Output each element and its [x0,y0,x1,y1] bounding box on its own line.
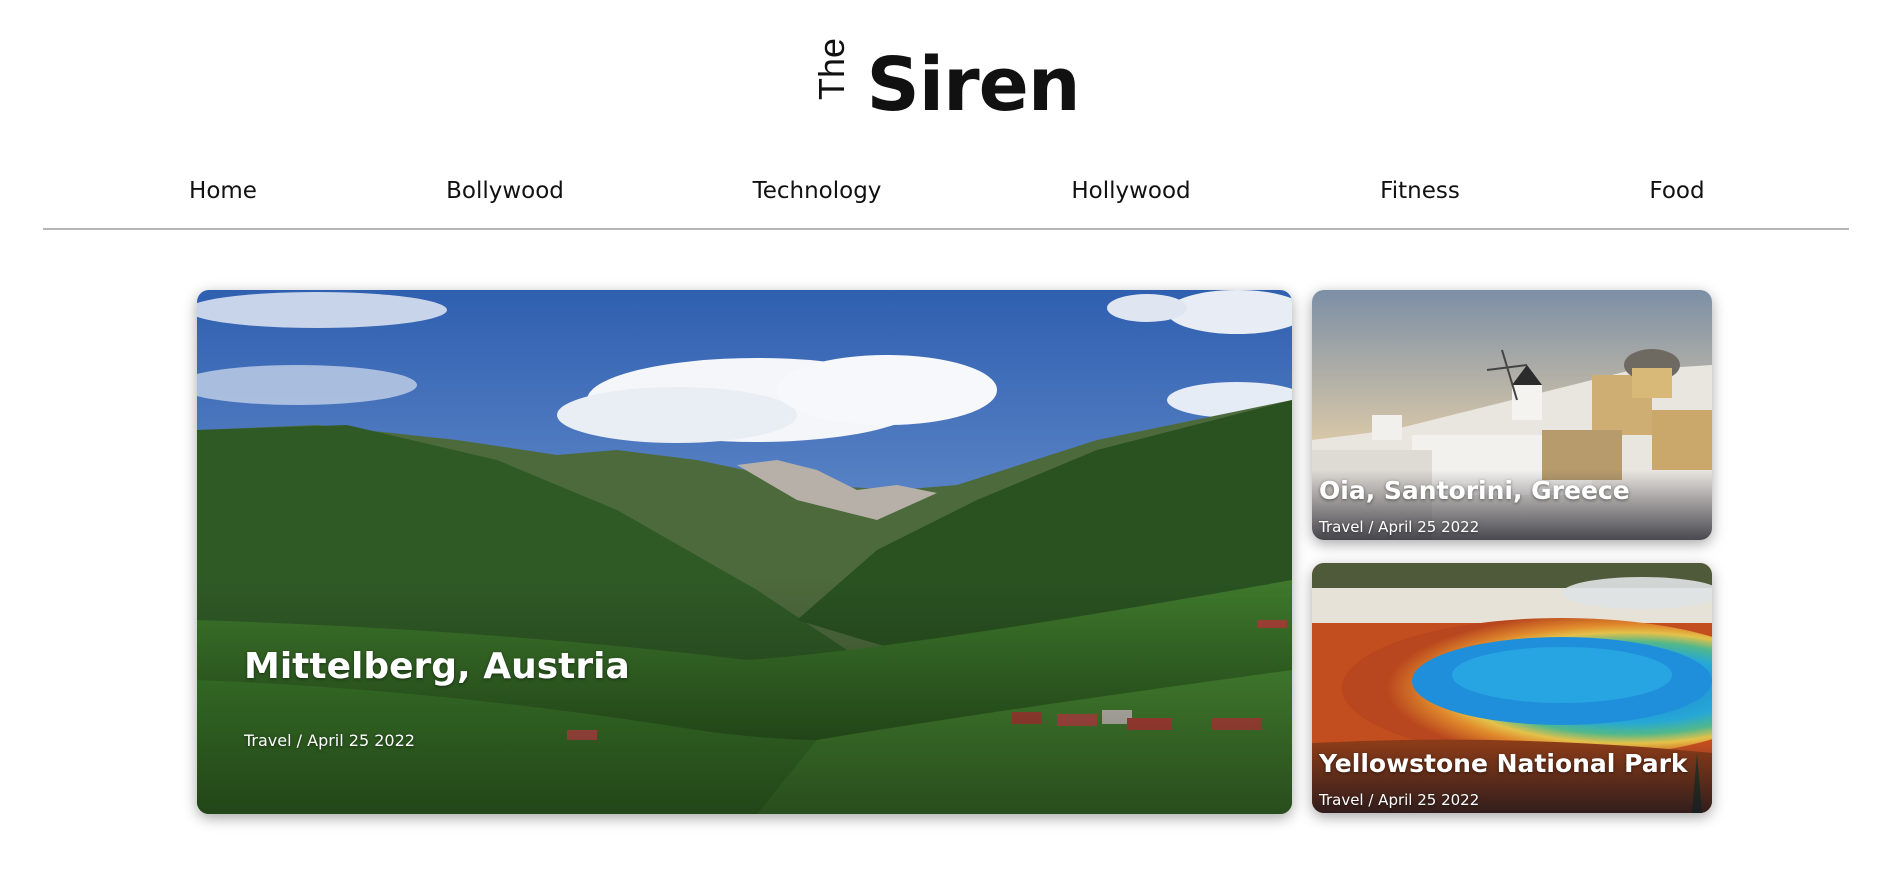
nav-item-fitness[interactable]: Fitness [1380,178,1460,204]
logo-siren-text: Siren [866,42,1080,128]
side-card-meta-2: Travel / April 25 2022 [1319,791,1480,809]
nav-item-food[interactable]: Food [1649,178,1704,204]
site-logo[interactable]: The Siren [0,37,1892,138]
featured-main-title[interactable]: Mittelberg, Austria [244,646,630,687]
nav-item-home[interactable]: Home [189,178,257,204]
side-card-title-2[interactable]: Yellowstone National Park [1319,749,1688,778]
logo-the-text: The [811,37,853,100]
side-card-meta-1: Travel / April 25 2022 [1319,518,1480,536]
side-card-yellowstone[interactable]: Yellowstone National Park Travel / April… [1312,563,1712,813]
nav-item-bollywood[interactable]: Bollywood [446,178,564,204]
nav-item-hollywood[interactable]: Hollywood [1071,178,1190,204]
side-card-title-1[interactable]: Oia, Santorini, Greece [1319,476,1630,505]
featured-card-main[interactable]: Mittelberg, Austria Travel / April 25 20… [197,290,1292,814]
main-nav: Home Bollywood Technology Hollywood Fitn… [43,174,1849,230]
nav-item-technology[interactable]: Technology [753,178,882,204]
featured-main-meta: Travel / April 25 2022 [244,731,415,750]
side-card-santorini[interactable]: Oia, Santorini, Greece Travel / April 25… [1312,290,1712,540]
